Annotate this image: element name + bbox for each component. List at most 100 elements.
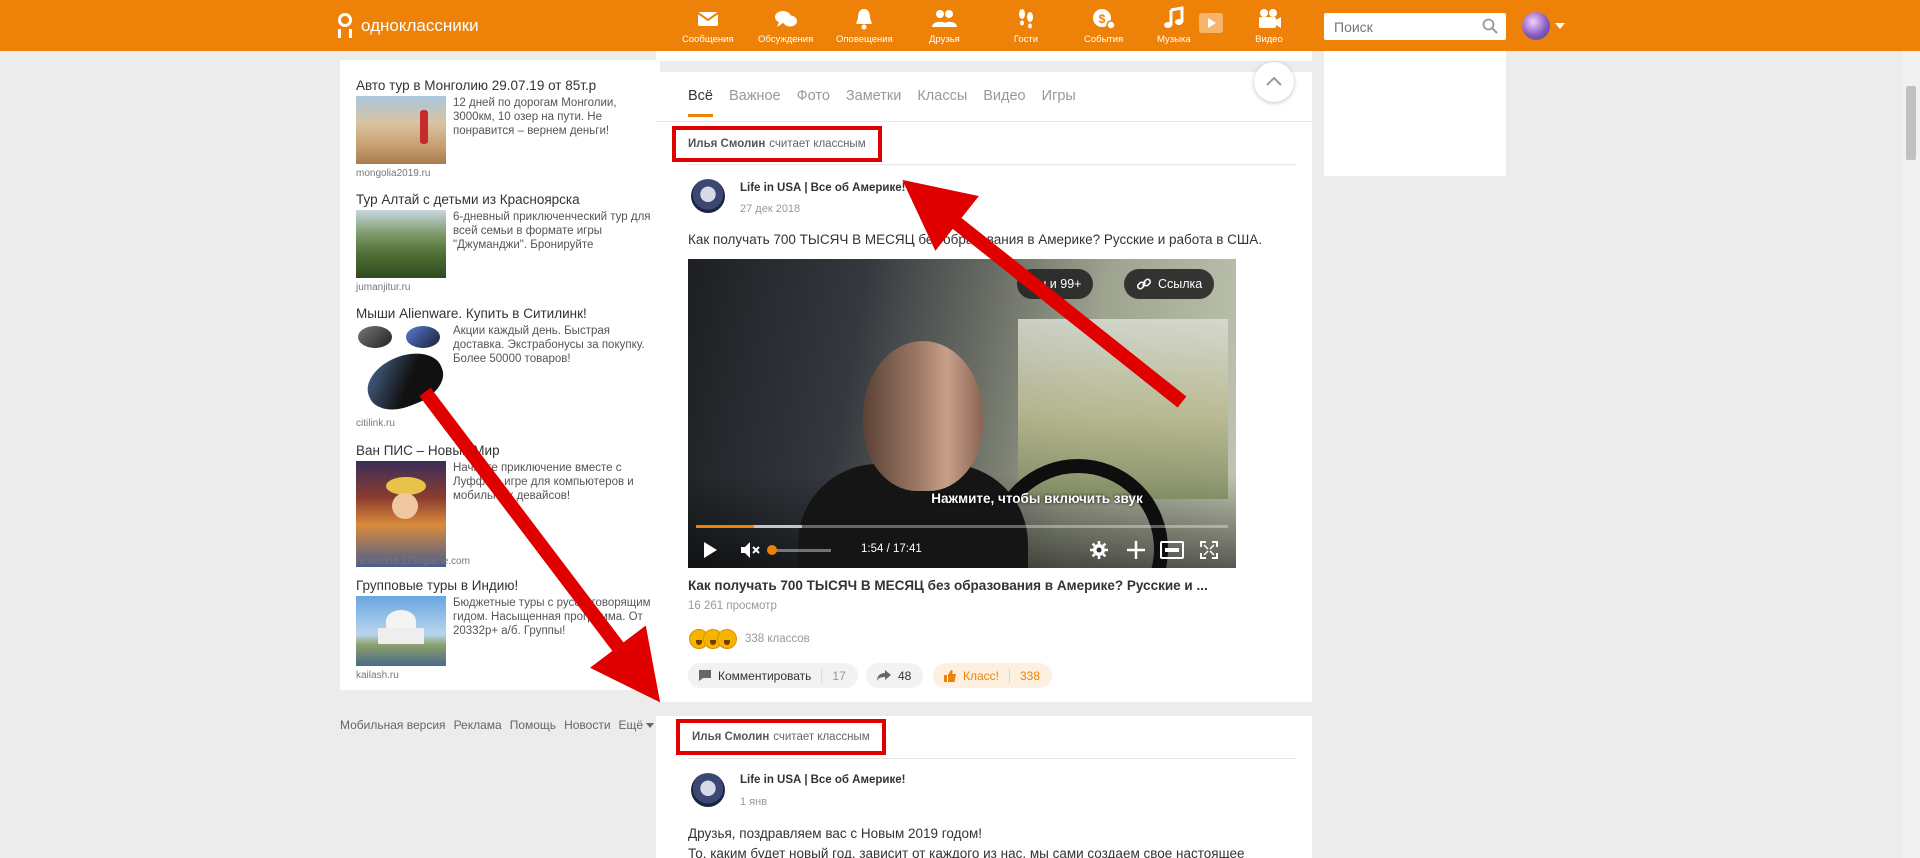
tab-video[interactable]: Видео <box>983 88 1025 117</box>
ad-domain[interactable]: jumanjitur.ru <box>356 282 410 293</box>
unmute-caption[interactable]: Нажмите, чтобы включить звук <box>688 491 1236 506</box>
video-player[interactable]: Вы и 99+ Ссылка Нажмите, чтобы включить … <box>688 259 1236 568</box>
tab-photo[interactable]: Фото <box>797 88 830 117</box>
post-date[interactable]: 27 дек 2018 <box>740 203 800 215</box>
post-date[interactable]: 1 янв <box>740 796 767 808</box>
nav-music[interactable]: Музыка <box>1157 6 1191 45</box>
muted-speaker-icon[interactable] <box>740 541 762 559</box>
ad-item[interactable]: Мыши Alienware. Купить в Ситилинк! Акции… <box>356 306 652 436</box>
ad-item[interactable]: Тур Алтай с детьми из Красноярска 6-днев… <box>356 192 652 300</box>
liked-by-text: считает классным <box>773 731 870 743</box>
video-progress-bar[interactable] <box>696 525 1228 528</box>
ad-title[interactable]: Мыши Alienware. Купить в Ситилинк! <box>356 306 652 321</box>
music-play-icon[interactable] <box>1199 13 1223 33</box>
footer-link-mobile[interactable]: Мобильная версия <box>340 718 446 732</box>
liked-by-text: считает классным <box>769 138 866 150</box>
post-text-line: Друзья, поздравляем вас с Новым 2019 год… <box>688 826 983 841</box>
ad-title[interactable]: Групповые туры в Индию! <box>356 578 652 593</box>
ad-description: Начните приключение вместе с Луффи в игр… <box>453 462 634 502</box>
volume-slider[interactable] <box>767 545 831 555</box>
video-link-button[interactable]: Ссылка <box>1124 269 1215 299</box>
thumbs-up-icon <box>944 669 956 682</box>
group-avatar[interactable] <box>691 773 725 807</box>
ad-item[interactable]: Ван ПИС – Новый Мир Начните приключение … <box>356 443 652 573</box>
ad-image-anime[interactable] <box>356 461 446 567</box>
user-avatar[interactable] <box>1522 12 1550 40</box>
post-author[interactable]: Life in USA | Все об Америке! <box>740 182 905 194</box>
group-name[interactable]: Life in USA <box>740 774 801 786</box>
play-icon[interactable] <box>702 541 718 559</box>
miniplayer-icon[interactable] <box>1160 541 1184 559</box>
tab-classes[interactable]: Классы <box>917 88 967 117</box>
reactions-count[interactable]: 338 классов <box>745 633 810 645</box>
ad-title[interactable]: Тур Алтай с детьми из Красноярска <box>356 192 652 207</box>
ad-image-mice[interactable] <box>356 324 451 419</box>
ad-image-taj-mahal[interactable] <box>356 596 446 666</box>
nav-video[interactable]: Видео <box>1255 6 1283 45</box>
gear-icon[interactable] <box>1089 540 1109 560</box>
share-arrow-icon <box>877 670 891 681</box>
video-title[interactable]: Как получать 700 ТЫСЯЧ В МЕСЯЦ без образ… <box>688 578 1208 593</box>
post-author[interactable]: Life in USA | Все об Америке! <box>740 774 905 786</box>
volume-knob[interactable] <box>767 545 777 555</box>
tab-important[interactable]: Важное <box>729 88 781 117</box>
liked-by-name[interactable]: Илья Смолин <box>688 138 765 150</box>
link-icon <box>1136 278 1152 290</box>
ad-item[interactable]: Авто тур в Монголию 29.07.19 от 85т.р 12… <box>356 78 652 186</box>
group-subtitle[interactable]: Все об Америке! <box>811 774 906 786</box>
ad-title[interactable]: Ван ПИС – Новый Мир <box>356 443 652 458</box>
ad-description: 6-дневный приключенческий тур для всей с… <box>453 211 651 251</box>
nav-label: Друзья <box>929 34 960 45</box>
search-input[interactable] <box>1324 13 1474 40</box>
search-icon[interactable] <box>1482 18 1498 34</box>
klass-label: Класс! <box>963 668 999 683</box>
video-likes-pill[interactable]: Вы и 99+ <box>1017 269 1094 299</box>
add-icon[interactable] <box>1126 540 1146 560</box>
tab-all[interactable]: Всё <box>688 88 713 117</box>
scroll-up-button[interactable] <box>1254 62 1294 102</box>
nav-messages[interactable]: Сообщения <box>682 6 734 45</box>
search-box[interactable] <box>1324 13 1506 40</box>
group-name[interactable]: Life in USA <box>740 182 801 194</box>
video-camera-icon <box>1259 9 1281 28</box>
klass-button[interactable]: Класс! 338 <box>933 663 1053 688</box>
footer-link-help[interactable]: Помощь <box>510 718 556 732</box>
nav-notifications[interactable]: Оповещения <box>836 6 893 45</box>
footer-link-more[interactable]: Ещё <box>619 718 655 732</box>
site-logo[interactable]: одноклассники <box>336 13 479 39</box>
group-subtitle[interactable]: Все об Америке! <box>811 182 906 194</box>
reactions-summary[interactable]: 338 классов <box>689 629 810 649</box>
ad-image-desert[interactable] <box>356 96 446 164</box>
share-button[interactable]: 48 <box>866 663 924 688</box>
nav-events[interactable]: $ События <box>1084 6 1123 45</box>
comment-button[interactable]: Комментировать 17 <box>688 663 858 688</box>
liked-by-name[interactable]: Илья Смолин <box>692 731 769 743</box>
ad-image-mountains[interactable] <box>356 210 446 278</box>
ad-domain[interactable]: kailash.ru <box>356 670 399 681</box>
feed-tabs: Всё Важное Фото Заметки Классы Видео Игр… <box>688 88 1092 117</box>
ad-domain[interactable]: mongolia2019.ru <box>356 168 431 179</box>
ad-title[interactable]: Авто тур в Монголию 29.07.19 от 85т.р <box>356 78 652 93</box>
tab-games[interactable]: Игры <box>1042 88 1076 117</box>
nav-discussions[interactable]: Обсуждения <box>758 6 813 45</box>
footer-link-ads[interactable]: Реклама <box>454 718 502 732</box>
comment-count: 17 <box>821 668 846 683</box>
nav-friends[interactable]: Друзья <box>929 6 960 45</box>
ads-column: Авто тур в Монголию 29.07.19 от 85т.р 12… <box>340 60 660 690</box>
nav-label: Гости <box>1013 34 1039 45</box>
ad-domain[interactable]: citilink.ru <box>356 418 395 429</box>
page-scrollbar[interactable] <box>1902 51 1920 858</box>
scrollbar-thumb[interactable] <box>1906 86 1916 160</box>
nav-guests[interactable]: Гости <box>1012 6 1040 45</box>
nav-label: Видео <box>1255 34 1283 45</box>
liked-by-highlight: Илья Смолин считает классным <box>672 126 882 162</box>
group-avatar[interactable] <box>691 179 725 213</box>
divider <box>688 164 1296 165</box>
tab-notes[interactable]: Заметки <box>846 88 901 117</box>
fullscreen-icon[interactable] <box>1200 541 1218 559</box>
ad-item[interactable]: Групповые туры в Индию! Бюджетные туры с… <box>356 578 652 686</box>
nav-label: События <box>1084 34 1124 45</box>
ad-domain[interactable]: newworld.123ogame.com <box>356 556 470 567</box>
chevron-down-icon[interactable] <box>1555 23 1565 29</box>
footer-link-news[interactable]: Новости <box>564 718 610 732</box>
